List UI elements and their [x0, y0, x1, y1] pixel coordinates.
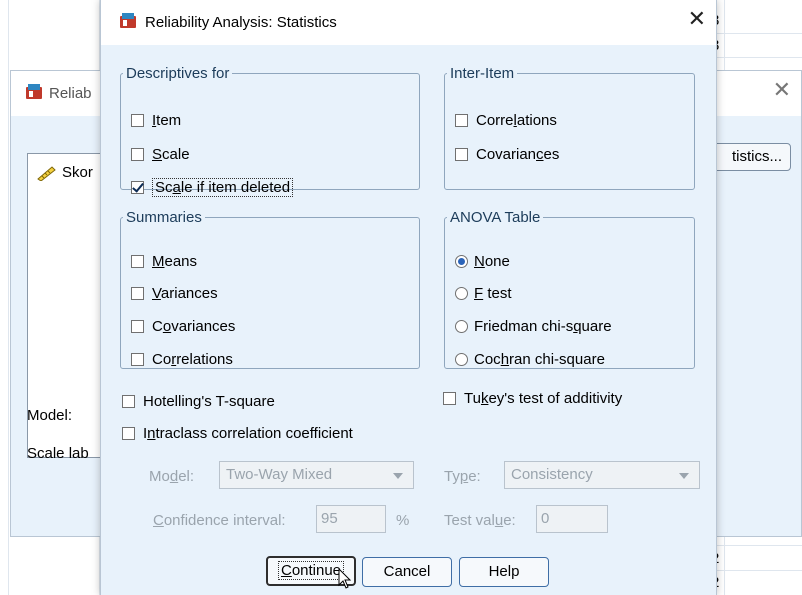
model-label: Model:	[27, 407, 73, 424]
option-label: Scale if item deleted	[152, 177, 294, 197]
option-label: Item	[152, 111, 182, 129]
option-label: Covariances	[152, 317, 236, 335]
means-checkbox[interactable]: Means	[131, 250, 197, 272]
model-dropdown[interactable]: Two-Way Mixed	[219, 461, 414, 489]
test-value-input[interactable]: 0	[536, 505, 608, 533]
option-label: Friedman chi-square	[474, 317, 612, 335]
cancel-button[interactable]: Cancel	[362, 557, 452, 587]
close-icon[interactable]: ✕	[773, 77, 791, 103]
dialog-titlebar: Reliability Analysis: Statistics ✕	[101, 0, 716, 45]
option-label: Hotelling's T-square	[143, 392, 275, 410]
checkbox-box[interactable]	[131, 352, 144, 366]
model-label: Model:	[149, 467, 195, 485]
option-label: Correlations	[476, 111, 557, 129]
confidence-interval-label: Confidence interval:	[153, 511, 286, 529]
hotellings-t-square-checkbox[interactable]: Hotelling's T-square	[122, 390, 275, 412]
option-label: Variances	[152, 284, 218, 302]
radio-button[interactable]	[455, 352, 468, 366]
option-label: Scale	[152, 145, 190, 163]
continue-button-label: Continue	[277, 561, 345, 580]
mouse-cursor-icon	[338, 568, 352, 589]
checkbox-box[interactable]	[455, 113, 468, 127]
close-icon[interactable]: ✕	[688, 6, 706, 32]
inter-item-correlations-checkbox[interactable]: Correlations	[455, 109, 557, 131]
help-button[interactable]: Help	[459, 557, 549, 587]
anova-cochran-radio[interactable]: Cochran chi-square	[455, 348, 605, 370]
group-legend: Descriptives for	[126, 65, 230, 82]
option-label: Intraclass correlation coefficient	[143, 424, 353, 442]
option-label: None	[474, 252, 510, 270]
dialog-title: Reliability Analysis: Statistics	[145, 14, 337, 31]
checkbox-box[interactable]	[455, 147, 468, 161]
option-label: Cochran chi-square	[474, 350, 605, 368]
option-label: Covariances	[476, 145, 560, 163]
checkbox-box[interactable]	[122, 426, 135, 440]
back-dialog-title: Reliab	[49, 85, 92, 102]
option-label: F test	[474, 284, 512, 302]
spss-app-icon	[120, 13, 136, 28]
checkbox-box[interactable]	[122, 394, 135, 408]
statistics-button[interactable]: tistics...	[711, 143, 791, 171]
group-legend: ANOVA Table	[450, 209, 541, 226]
list-item[interactable]: Skor	[36, 164, 93, 181]
anova-f-test-radio[interactable]: F test	[455, 282, 512, 304]
option-label: Means	[152, 252, 198, 270]
chevron-down-icon	[393, 473, 403, 479]
confidence-interval-input[interactable]: 95	[316, 505, 386, 533]
scale-if-item-deleted-checkbox[interactable]: Scale if item deleted	[131, 176, 294, 198]
group-legend: Inter-Item	[450, 65, 515, 82]
variances-checkbox[interactable]: Variances	[131, 282, 218, 304]
test-value-label: Test val u e:	[444, 511, 516, 529]
option-label: Correlations	[152, 350, 233, 368]
radio-button[interactable]	[455, 254, 468, 268]
scale-label: Scale lab	[27, 445, 89, 462]
checkbox-box[interactable]	[443, 391, 456, 405]
ruler-icon	[37, 165, 56, 181]
scale-checkbox[interactable]: Scale	[131, 143, 190, 165]
anova-friedman-radio[interactable]: Friedman chi-square	[455, 315, 612, 337]
checkbox-box[interactable]	[131, 147, 144, 161]
percent-label: %	[396, 511, 410, 529]
statistics-dialog: Reliability Analysis: Statistics ✕ Descr…	[100, 0, 717, 595]
anova-none-radio[interactable]: None	[455, 250, 510, 272]
option-label: Tukey's test of additivity	[464, 389, 623, 407]
type-label: Ty p e:	[444, 467, 481, 485]
chevron-down-icon	[679, 473, 689, 479]
type-dropdown-value: Consistency	[511, 466, 593, 483]
checkbox-box[interactable]	[131, 286, 144, 300]
item-checkbox[interactable]: Item	[131, 109, 181, 131]
radio-button[interactable]	[455, 286, 468, 300]
checkbox-box[interactable]	[131, 319, 144, 333]
spss-app-icon	[26, 84, 42, 99]
tukeys-test-checkbox[interactable]: Tukey's test of additivity	[443, 387, 622, 409]
inter-item-covariances-checkbox[interactable]: Covariances	[455, 143, 559, 165]
summaries-group: Summaries Means Variances Covariances Co…	[120, 209, 420, 369]
group-legend: Summaries	[126, 209, 202, 226]
covariances-checkbox[interactable]: Covariances	[131, 315, 235, 337]
inter-item-group: Inter-Item Correlations Covariances	[444, 65, 695, 190]
checkbox-box[interactable]	[131, 180, 144, 194]
list-item-label: Skor	[62, 164, 93, 181]
anova-table-group: ANOVA Table None F test Friedman chi-squ…	[444, 209, 695, 369]
checkbox-box[interactable]	[131, 254, 144, 268]
radio-button[interactable]	[455, 319, 468, 333]
model-dropdown-value: Two-Way Mixed	[226, 466, 333, 483]
type-dropdown[interactable]: Consistency	[504, 461, 700, 489]
checkbox-box[interactable]	[131, 113, 144, 127]
descriptives-group: Descriptives for Item Scale Scale if ite…	[120, 65, 420, 197]
correlations-checkbox[interactable]: Correlations	[131, 348, 233, 370]
intraclass-correlation-checkbox[interactable]: Intraclass correlation coefficient	[122, 422, 353, 444]
